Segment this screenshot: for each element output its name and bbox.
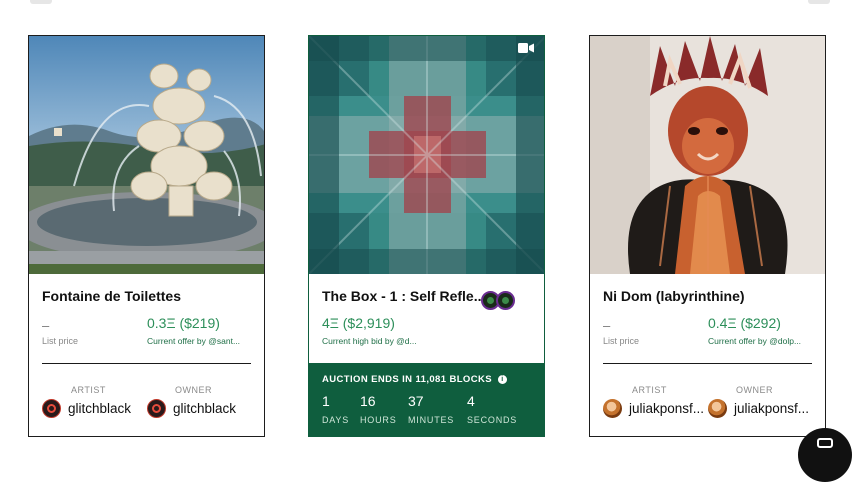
artwork-image-the-box[interactable] [309,36,544,274]
card-divider [42,363,251,364]
artwork-image-ni-dom[interactable] [590,36,825,274]
avatar [496,291,515,310]
current-offer-note[interactable]: Current offer by @sant... [147,336,240,346]
owner-label: OWNER [736,385,773,395]
chat-bubble-icon[interactable] [798,428,852,482]
artwork-image-fontaine[interactable] [29,36,264,274]
artist-link[interactable]: glitchblack [42,399,131,418]
days-value: 1 [322,393,330,409]
owner-link[interactable]: juliakponsf... [708,399,809,418]
avatar [147,399,166,418]
minutes-label: MINUTES [408,415,455,425]
info-icon[interactable]: i [497,375,507,384]
card-divider [603,363,812,364]
artwork-title[interactable]: Fontaine de Toilettes [42,288,181,304]
list-price-label: List price [603,336,640,346]
bidder-avatars[interactable] [481,291,515,310]
artwork-title[interactable]: Ni Dom (labyrinthine) [603,288,745,304]
owner-label: OWNER [175,385,212,395]
seconds-label: SECONDS [467,415,518,425]
countdown-days: 1 DAYS [322,393,349,425]
video-camera-icon [518,43,534,53]
seconds-value: 4 [467,393,475,409]
avatar [603,399,622,418]
hours-label: HOURS [360,415,397,425]
price-placeholder: – [42,318,50,333]
plaid-artwork [309,36,544,274]
current-high-bid-note[interactable]: Current high bid by @d... [322,336,417,346]
fountain-artwork [29,36,264,274]
artist-label: ARTIST [71,385,106,395]
offer-price: 0.4Ξ ($292) [708,315,781,331]
auction-countdown-panel: AUCTION ENDS IN 11,081 BLOCKS i 1 DAYS 1… [309,363,544,436]
owner-name: glitchblack [173,401,237,416]
owner-link[interactable]: glitchblack [147,399,236,418]
avatar [708,399,727,418]
artist-name: glitchblack [68,401,132,416]
auction-title: AUCTION ENDS IN 11,081 BLOCKS i [322,374,507,385]
artist-label: ARTIST [632,385,667,395]
top-control-left [30,0,52,4]
hours-value: 16 [360,393,376,409]
artwork-card-fontaine[interactable]: Fontaine de Toilettes – 0.3Ξ ($219) List… [28,35,265,437]
auction-ends-text: AUCTION ENDS IN 11,081 BLOCKS [322,374,492,385]
top-control-right [808,0,830,4]
offer-price: 0.3Ξ ($219) [147,315,220,331]
price-placeholder: – [603,318,611,333]
artwork-title[interactable]: The Box - 1 : Self Refle... [322,288,482,304]
current-offer-note[interactable]: Current offer by @dolp... [708,336,801,346]
current-bid-price: 4Ξ ($2,919) [322,315,395,331]
creature-artwork [590,36,825,274]
avatar [42,399,61,418]
artist-name: juliakponsf... [629,401,705,416]
list-price-label: List price [42,336,79,346]
artwork-card-the-box[interactable]: The Box - 1 : Self Refle... 4Ξ ($2,919) … [308,35,545,437]
owner-name: juliakponsf... [734,401,810,416]
artist-link[interactable]: juliakponsf... [603,399,704,418]
countdown-minutes: 37 MINUTES [408,393,454,425]
artwork-card-ni-dom[interactable]: Ni Dom (labyrinthine) – 0.4Ξ ($292) List… [589,35,826,437]
days-label: DAYS [322,415,350,425]
countdown-seconds: 4 SECONDS [467,393,517,425]
countdown-hours: 16 HOURS [360,393,397,425]
minutes-value: 37 [408,393,424,409]
